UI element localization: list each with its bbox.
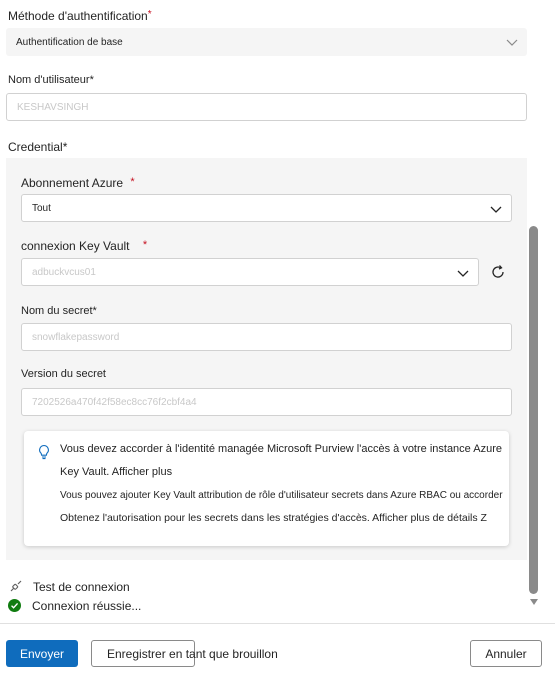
auth-method-label: Méthode d'authentification* <box>8 9 152 23</box>
secret-version-label: Version du secret <box>21 368 106 380</box>
cancel-button[interactable]: Annuler <box>470 640 542 667</box>
username-placeholder: KESHAVSINGH <box>17 101 89 113</box>
secret-name-placeholder: snowflakepassword <box>32 331 120 343</box>
username-label: Nom d'utilisateur* <box>8 74 94 86</box>
submit-button[interactable]: Envoyer <box>6 640 78 667</box>
keyvault-placeholder: adbuckvcus01 <box>32 266 96 278</box>
connection-status: Connexion réussie... <box>32 599 142 613</box>
secret-version-field[interactable]: 7202526a470f42f58ec8cc76f2cbf4a4 <box>21 388 512 416</box>
required-mark: * <box>142 239 148 251</box>
info-card: Vous devez accorder à l'identité managée… <box>24 431 509 546</box>
subscription-select[interactable]: Tout <box>21 194 512 222</box>
secret-version-placeholder: 7202526a470f42f58ec8cc76f2cbf4a4 <box>32 396 197 408</box>
footer-divider <box>0 623 555 624</box>
required-mark: * <box>147 9 152 20</box>
info-line-4: Obtenez l'autorisation pour les secrets … <box>60 512 487 524</box>
auth-method-value: Authentification de base <box>16 36 123 48</box>
success-check-icon <box>8 599 21 612</box>
test-connection-link[interactable]: Test de connexion <box>33 580 130 594</box>
info-line-1: Vous devez accorder à l'identité managée… <box>60 443 502 455</box>
info-line-3: Vous pouvez ajouter Key Vault attributio… <box>60 490 503 501</box>
subscription-value: Tout <box>32 202 51 214</box>
chevron-down-icon <box>457 270 469 277</box>
chevron-down-icon <box>506 39 518 46</box>
keyvault-label: connexion Key Vault * <box>21 239 148 253</box>
refresh-icon[interactable] <box>489 263 507 281</box>
required-mark: * <box>130 176 135 188</box>
save-draft-label: Enregistrer en tant que brouillon <box>107 646 278 661</box>
keyvault-select[interactable]: adbuckvcus01 <box>21 258 479 286</box>
auth-method-select[interactable]: Authentification de base <box>6 28 527 56</box>
info-line-2: Key Vault. Afficher plus <box>60 466 173 478</box>
scroll-down-arrow-icon[interactable] <box>529 598 539 606</box>
secret-name-field[interactable]: snowflakepassword <box>21 323 512 351</box>
chevron-down-icon <box>490 206 502 213</box>
username-field[interactable]: KESHAVSINGH <box>6 93 527 121</box>
plug-icon <box>10 580 22 592</box>
subscription-label: Abonnement Azure * <box>21 176 135 190</box>
lightbulb-icon <box>39 444 49 460</box>
save-draft-button[interactable]: Enregistrer en tant que brouillon <box>91 640 278 667</box>
scrollbar-thumb[interactable] <box>529 226 538 594</box>
secret-name-label: Nom du secret* <box>21 305 97 317</box>
credential-label: Credential* <box>8 140 68 154</box>
